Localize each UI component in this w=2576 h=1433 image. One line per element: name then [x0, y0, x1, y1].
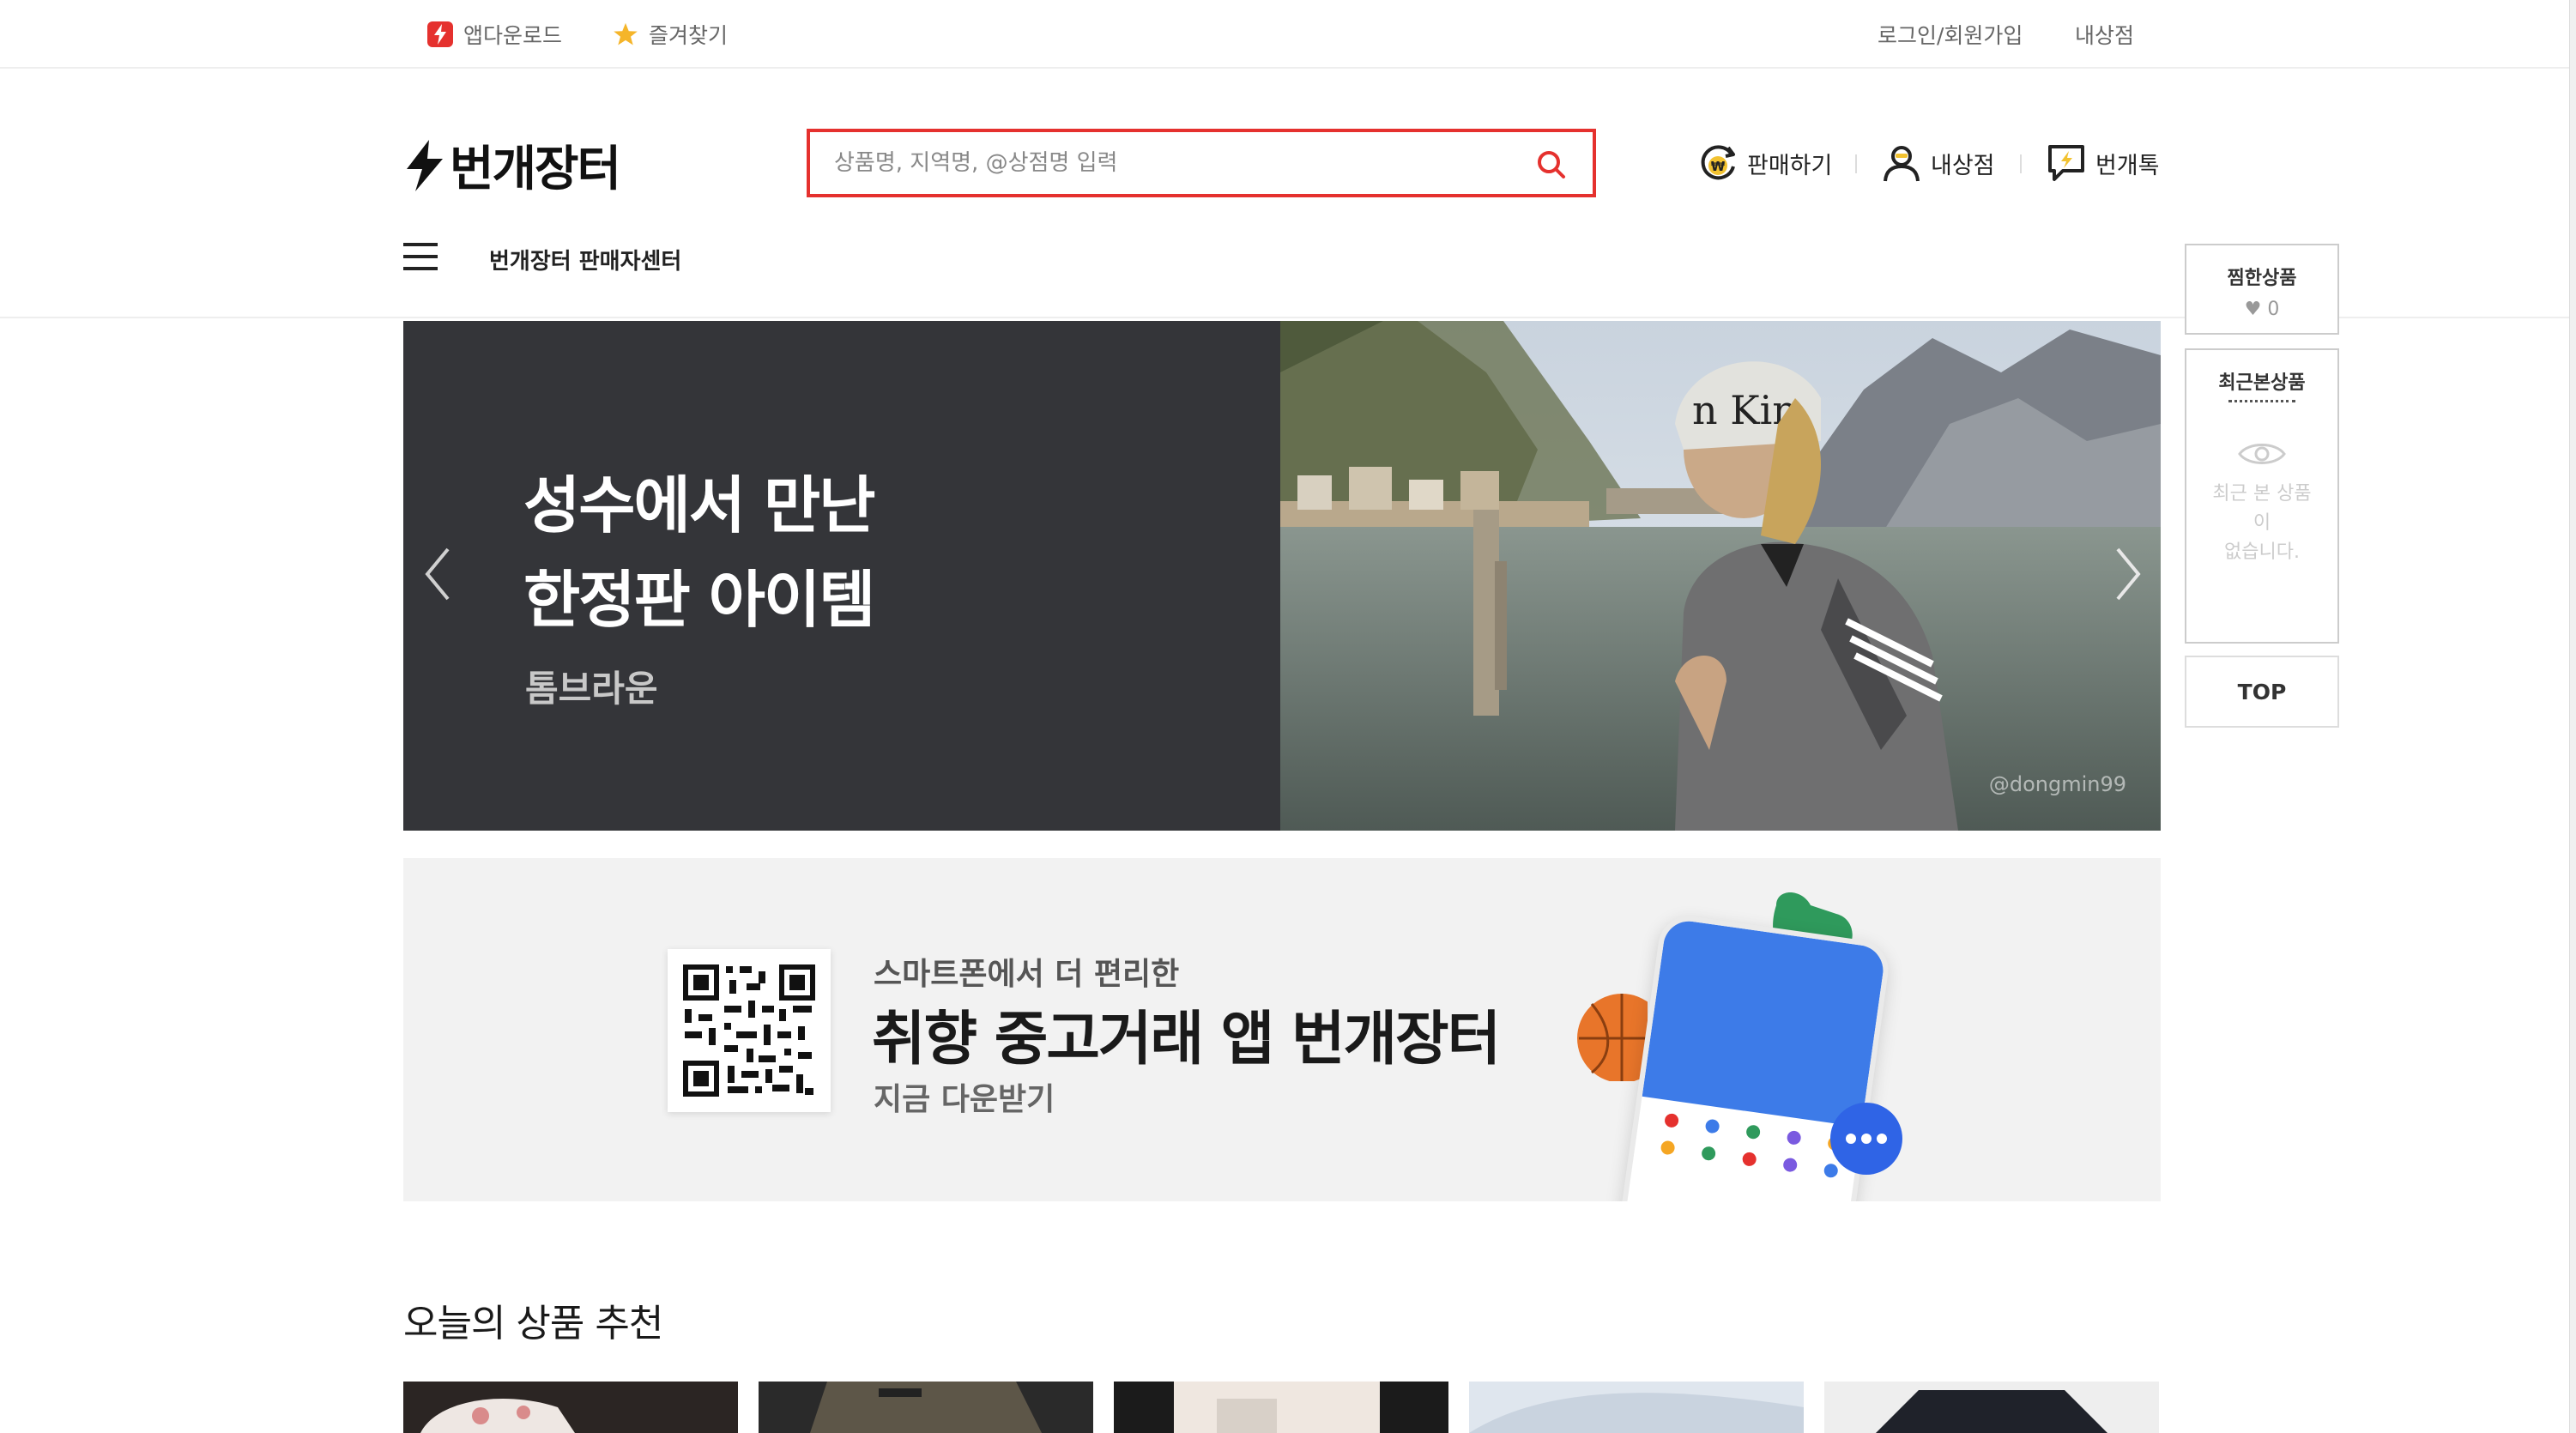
recent-empty-message: 최근 본 상품 이 없습니다. [2186, 480, 2337, 567]
hero-title-line1: 성수에서 만난 [523, 469, 876, 541]
promo-headline: 취향 중고거래 앱 번개장터 [872, 1006, 1501, 1073]
product-thumbnail[interactable] [403, 1382, 738, 1433]
lake-mountain-photo: n Kin [1280, 321, 2161, 831]
topbar-my-shop-link[interactable]: 내상점 [2075, 17, 2134, 51]
basketball-icon [1577, 994, 1648, 1081]
top-utility-bar: 앱다운로드 즐겨찾기 로그인/회원가입 내상점 [0, 0, 2569, 69]
hero-title-line2: 한정판 아이템 [523, 564, 876, 636]
sell-button[interactable]: ₩ 판매하기 [1697, 137, 1832, 189]
hero-photo: n Kin @dongmin99 [1280, 321, 2161, 831]
recommendation-title: 오늘의 상품 추천 [403, 1302, 663, 1345]
my-shop-label: 내상점 [1931, 152, 1995, 179]
product-thumbnail[interactable] [1824, 1382, 2159, 1433]
chat-bubble-icon [2048, 145, 2084, 181]
recent-empty-line2: 이 [2252, 512, 2271, 534]
product-image [759, 1382, 1093, 1433]
logo-text: 번개장터 [450, 142, 621, 197]
app-promo-banner[interactable]: 스마트폰에서 더 편리한 취향 중고거래 앱 번개장터 지금 다운받기 [403, 858, 2161, 1201]
app-download-link[interactable]: 앱다운로드 [427, 17, 562, 51]
recent-empty-line1: 최근 본 상품 [2212, 483, 2312, 505]
search-bar [807, 129, 1596, 197]
sell-label: 판매하기 [1747, 152, 1833, 179]
search-icon[interactable] [1534, 148, 1569, 182]
product-image [1469, 1382, 1804, 1433]
wishlist-count: ♥ 0 [2244, 299, 2280, 320]
talk-label: 번개톡 [2095, 152, 2160, 179]
phone-screen-header [1642, 917, 1887, 1128]
eye-icon [2238, 444, 2286, 464]
user-icon [1884, 146, 1920, 182]
product-image [1114, 1382, 1448, 1433]
hero-text-panel: 성수에서 만난 한정판 아이템 톰브라운 [403, 321, 1280, 831]
qr-code [668, 949, 831, 1112]
logo[interactable]: 번개장터 [403, 130, 621, 200]
product-thumbnail[interactable] [1469, 1382, 1804, 1433]
recent-items-label: 최근본상품 [2218, 372, 2306, 394]
qr-code-image [683, 964, 815, 1097]
my-shop-button[interactable]: 내상점 [1881, 137, 1995, 189]
product-thumbnail[interactable] [1114, 1382, 1448, 1433]
lightning-app-icon [427, 21, 453, 47]
hero-subtitle: 톰브라운 [525, 668, 658, 710]
chat-dots-icon [1830, 1103, 1902, 1175]
login-signup-link[interactable]: 로그인/회원가입 [1878, 17, 2023, 51]
photo-credit: @dongmin99 [1988, 772, 2126, 796]
product-image [1824, 1382, 2159, 1433]
won-coin-icon: ₩ [1701, 145, 1735, 180]
wishlist-label: 찜한상품 [2227, 268, 2297, 289]
hero-banner[interactable]: 성수에서 만난 한정판 아이템 톰브라운 n Kin @dongmin99 [403, 321, 2161, 831]
window-scrollbar[interactable] [2569, 0, 2576, 1433]
seller-center-link[interactable]: 번개장터 판매자센터 [489, 244, 681, 275]
chevron-left-icon[interactable] [420, 544, 455, 604]
dotted-divider [2228, 400, 2295, 402]
recent-empty-line3: 없습니다. [2224, 541, 2300, 563]
svg-text:₩: ₩ [1711, 159, 1726, 174]
star-icon [614, 22, 638, 45]
chevron-right-icon[interactable] [2111, 544, 2145, 604]
product-thumbnail[interactable] [759, 1382, 1093, 1433]
scroll-top-button[interactable]: TOP [2185, 656, 2339, 728]
bungae-talk-button[interactable]: 번개톡 [2046, 137, 2160, 189]
lightning-logo-icon [407, 139, 443, 191]
header-divider [1855, 154, 1857, 173]
hero-title: 성수에서 만난 한정판 아이템 [523, 458, 876, 647]
hamburger-menu-icon[interactable] [403, 243, 438, 272]
app-download-label: 앱다운로드 [463, 23, 563, 48]
recent-items-box: 최근본상품 최근 본 상품 이 없습니다. [2185, 348, 2339, 644]
product-image [403, 1382, 738, 1433]
favorites-link[interactable]: 즐겨찾기 [613, 17, 728, 51]
promo-download-text: 지금 다운받기 [874, 1082, 1055, 1117]
header-divider [2020, 154, 2022, 173]
wishlist-box[interactable]: 찜한상품 ♥ 0 [2185, 244, 2339, 335]
promo-tagline: 스마트폰에서 더 편리한 [874, 957, 1180, 992]
header-divider-line [0, 317, 2569, 318]
favorites-label: 즐겨찾기 [649, 23, 729, 48]
search-input[interactable] [834, 146, 1503, 180]
